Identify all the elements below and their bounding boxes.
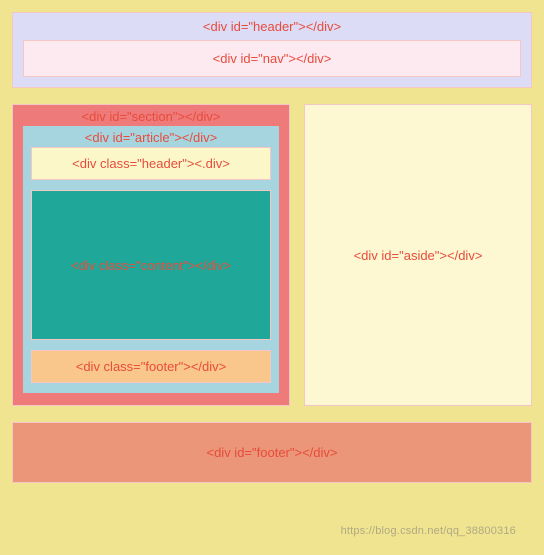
inner-footer-label: <div class="footer"></div> <box>76 359 227 374</box>
header-block: <div id="header"></div> <div id="nav"></… <box>12 12 532 88</box>
watermark-text: https://blog.csdn.net/qq_38800316 <box>341 525 516 537</box>
content-block: <div class="content"></div> <box>31 190 271 340</box>
inner-header-block: <div class="header"><.div> <box>31 147 271 180</box>
footer-block: <div id="footer"></div> <box>12 422 532 483</box>
section-label: <div id="section"></div> <box>23 109 279 124</box>
footer-label: <div id="footer"></div> <box>206 445 337 460</box>
nav-block: <div id="nav"></div> <box>23 40 521 77</box>
nav-label: <div id="nav"></div> <box>213 51 332 66</box>
section-block: <div id="section"></div> <div id="articl… <box>12 104 290 406</box>
content-label: <div class="content"></div> <box>71 258 231 273</box>
inner-footer-block: <div class="footer"></div> <box>31 350 271 383</box>
header-label: <div id="header"></div> <box>23 19 521 34</box>
aside-label: <div id="aside"></div> <box>354 248 483 263</box>
article-block: <div id="article"></div> <div class="hea… <box>23 126 279 393</box>
aside-block: <div id="aside"></div> <box>304 104 532 406</box>
inner-header-label: <div class="header"><.div> <box>72 156 230 171</box>
middle-row: <div id="section"></div> <div id="articl… <box>12 104 532 406</box>
article-label: <div id="article"></div> <box>31 130 271 145</box>
